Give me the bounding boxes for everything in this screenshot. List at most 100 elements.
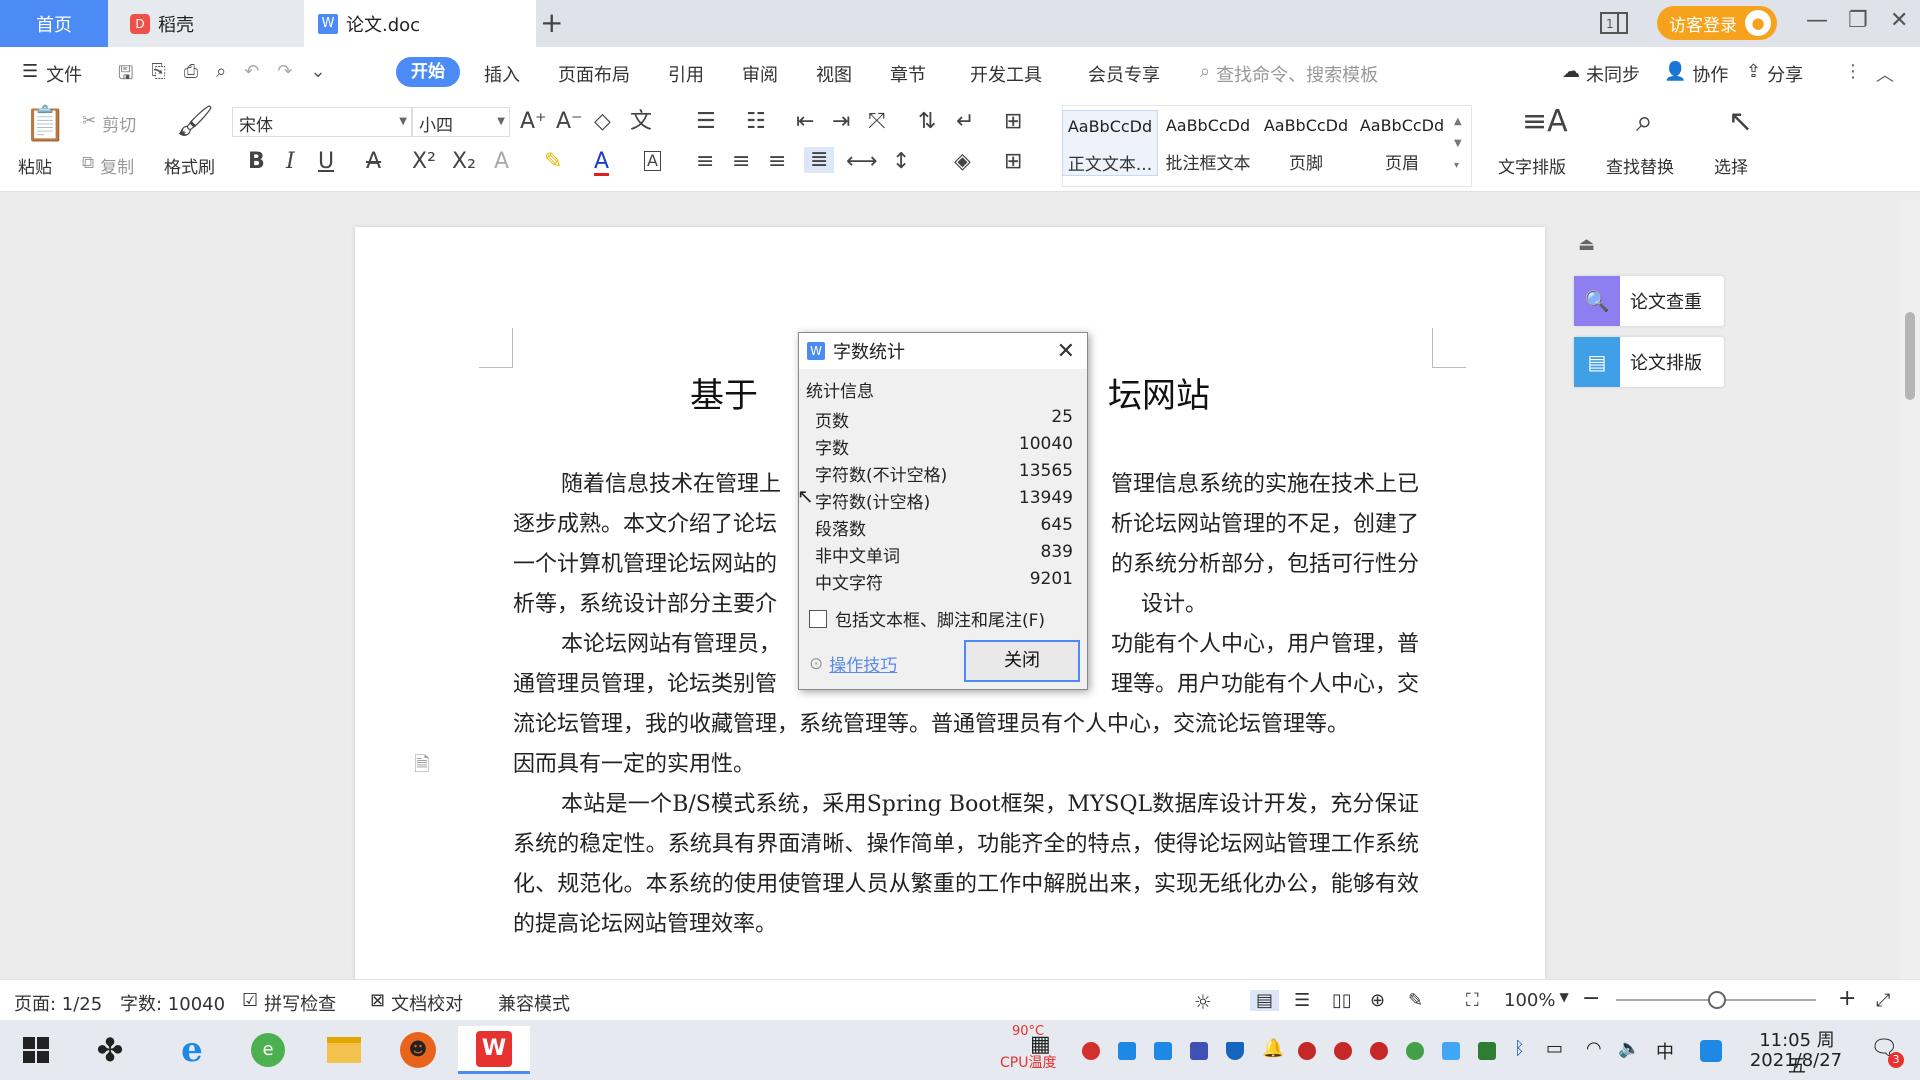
zoom-slider[interactable] [1616, 991, 1816, 1009]
tips-link[interactable]: ⊙ 操作技巧 [809, 651, 897, 677]
justify-icon[interactable]: ≣ [804, 147, 835, 173]
style-normal-text[interactable]: AaBbCcDd 正文文本... [1062, 110, 1158, 176]
include-textbox-checkbox[interactable]: 包括文本框、脚注和尾注(F) [809, 606, 1045, 631]
file-menu[interactable]: ☰ 文件 [22, 61, 82, 87]
windows-start-icon[interactable] [10, 1026, 62, 1074]
fullscreen-icon[interactable]: ⤢ [1876, 990, 1890, 1011]
page-view-icon[interactable]: ▤ [1250, 990, 1280, 1011]
wps-taskbar-icon[interactable]: W [458, 1026, 530, 1074]
decrease-indent-icon[interactable]: ⇤ [796, 111, 814, 133]
line-spacing-icon[interactable]: ↕ [892, 151, 910, 173]
tab-references[interactable]: 引用 [668, 61, 704, 87]
align-right-icon[interactable]: ≡ [768, 151, 786, 173]
page-indicator[interactable]: 页面: 1/25 [14, 990, 102, 1016]
write-mode-icon[interactable]: ✎ [1408, 990, 1423, 1011]
output-icon[interactable]: ⎘ [151, 61, 165, 91]
nvidia-icon[interactable] [1478, 1042, 1496, 1060]
game-app-icon[interactable]: ☻ [392, 1026, 444, 1074]
tray-app-icon[interactable] [1370, 1042, 1388, 1060]
web-view-icon[interactable]: ⊕ [1370, 990, 1385, 1011]
copy-button[interactable]: ⧉ 复制 [82, 153, 134, 178]
format-painter-icon[interactable]: 🖌 [176, 107, 214, 137]
close-window-icon[interactable]: ✕ [1890, 8, 1908, 33]
paper-layout-button[interactable]: ▤ 论文排版 [1574, 337, 1724, 387]
wifi-icon[interactable]: ◠ [1586, 1038, 1602, 1059]
file-explorer-icon[interactable] [318, 1026, 370, 1074]
minimize-icon[interactable]: — [1806, 8, 1828, 33]
font-color-icon[interactable]: A [594, 151, 610, 176]
tab-insert[interactable]: 插入 [484, 61, 520, 87]
cut-button[interactable]: ✂ 剪切 [82, 111, 136, 136]
magnifier-icon[interactable]: ⌕ [1636, 107, 1653, 137]
fit-page-icon[interactable]: ⛶ [1466, 990, 1479, 1011]
bold-icon[interactable]: B [248, 151, 265, 173]
proofread-button[interactable]: ⊠ 文档校对 [370, 990, 463, 1016]
eye-protection-icon[interactable]: ☼ [1194, 990, 1212, 1014]
print-icon[interactable]: ⎙ [184, 61, 198, 91]
visitor-login-button[interactable]: 访客登录 ● [1657, 6, 1777, 40]
subscript-icon[interactable]: X₂ [452, 151, 476, 173]
input-method-indicator[interactable]: 中 [1656, 1038, 1674, 1064]
sort-icon[interactable]: ⇅ [918, 111, 936, 133]
scrollbar-thumb[interactable] [1905, 312, 1915, 400]
font-name-select[interactable]: 宋体 ▼ [232, 107, 412, 137]
redo-icon[interactable]: ↷ [277, 61, 292, 91]
underline-icon[interactable]: U [318, 151, 334, 173]
tab-review[interactable]: 审阅 [742, 61, 778, 87]
more-menu-icon[interactable]: ⋮ [1844, 61, 1862, 82]
customize-chevron-icon[interactable]: ⌄ [310, 61, 325, 91]
tray-app-icon[interactable] [1334, 1042, 1352, 1060]
tray-app-icon[interactable] [1406, 1042, 1424, 1060]
outline-view-icon[interactable]: ☰ [1294, 990, 1310, 1011]
browser-360-icon[interactable]: e [242, 1026, 294, 1074]
paste-icon[interactable]: 📋 [24, 107, 66, 141]
tab-view[interactable]: 视图 [816, 61, 852, 87]
distribute-icon[interactable]: ⟷ [846, 151, 878, 173]
tray-app-icon[interactable] [1118, 1042, 1136, 1060]
shield-icon[interactable] [1226, 1042, 1244, 1060]
print-preview-icon[interactable]: ⌕ [216, 61, 226, 91]
tray-app-icon[interactable] [1190, 1042, 1208, 1060]
tab-chapter[interactable]: 章节 [890, 61, 926, 87]
borders-icon[interactable]: ⊞ [1004, 151, 1022, 173]
superscript-icon[interactable]: X² [412, 151, 436, 173]
clock-date[interactable]: 2021/8/27 [1748, 1050, 1844, 1071]
tab-page-layout[interactable]: 页面布局 [558, 61, 630, 87]
bluetooth-icon[interactable]: ᛒ [1514, 1038, 1525, 1059]
panel-collapse-icon[interactable]: ⏏ [1578, 234, 1595, 255]
restore-icon[interactable]: ❐ [1848, 8, 1868, 33]
spell-check-button[interactable]: ☑ 拼写检查 [242, 990, 336, 1016]
save-icon[interactable]: 🖫 [118, 61, 133, 91]
tab-stops-icon[interactable]: ⊞ [1004, 111, 1022, 133]
collapse-ribbon-icon[interactable]: ︿ [1876, 61, 1894, 87]
cursor-select-icon[interactable]: ↖ [1728, 107, 1753, 137]
find-replace-button[interactable]: 查找替换 [1606, 153, 1674, 178]
select-button[interactable]: 选择 [1714, 153, 1748, 178]
vertical-scrollbar[interactable] [1900, 200, 1920, 979]
word-count-indicator[interactable]: 字数: 10040 [120, 990, 225, 1016]
tab-member[interactable]: 会员专享 [1088, 61, 1160, 87]
layout-toggle-icon[interactable]: 1 [1600, 12, 1628, 34]
text-layout-icon[interactable]: ≡A [1522, 107, 1568, 137]
font-size-select[interactable]: 小四 ▼ [412, 107, 510, 137]
tray-app-icon[interactable] [1442, 1042, 1460, 1060]
styles-scroll[interactable]: ▲ ▼ ▾ [1454, 111, 1462, 177]
chinese-layout-icon[interactable]: ⤧ [868, 111, 886, 133]
bullet-list-icon[interactable]: ☰ [696, 111, 716, 133]
qq-app-icon[interactable] [1700, 1040, 1722, 1062]
tab-home[interactable]: 首页 [0, 0, 108, 47]
style-header[interactable]: AaBbCcDd 页眉 [1354, 110, 1450, 176]
strikethrough-icon[interactable]: A [366, 151, 381, 173]
increase-indent-icon[interactable]: ⇥ [832, 111, 850, 133]
sync-button[interactable]: ☁ 未同步 [1562, 61, 1640, 87]
zoom-slider-thumb[interactable] [1708, 991, 1726, 1009]
phonetic-guide-icon[interactable]: 文 [630, 111, 652, 133]
tab-daoke[interactable]: D 稻壳 [108, 0, 304, 47]
numbered-list-icon[interactable]: ☷ [746, 111, 766, 133]
collab-button[interactable]: 👤 协作 [1664, 61, 1728, 87]
shading-icon[interactable]: ◈ [954, 151, 971, 173]
style-comment-box[interactable]: AaBbCcDd 批注框文本 [1160, 110, 1256, 176]
char-border-icon[interactable]: A [644, 151, 661, 171]
undo-icon[interactable]: ↶ [244, 61, 259, 91]
new-tab-plus-icon[interactable]: + [540, 6, 563, 39]
